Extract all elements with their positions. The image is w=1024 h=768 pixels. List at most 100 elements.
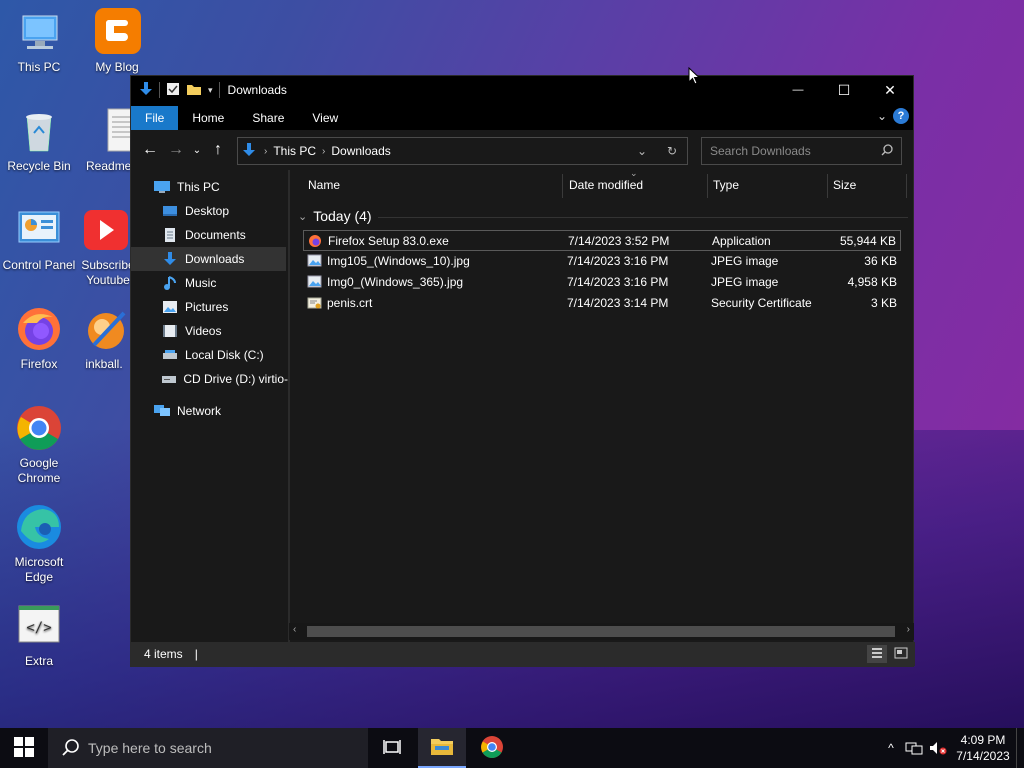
firefox-installer-icon bbox=[308, 234, 323, 248]
properties-icon[interactable] bbox=[166, 82, 180, 99]
network-status-icon[interactable] bbox=[902, 741, 926, 755]
recycle-bin-icon bbox=[15, 107, 63, 155]
nav-item-network[interactable]: Network bbox=[153, 399, 283, 423]
chrome-icon bbox=[480, 735, 504, 762]
tab-home[interactable]: Home bbox=[178, 106, 238, 130]
title-bar[interactable]: ▾ Downloads — ☐ ✕ bbox=[131, 76, 913, 104]
search-box[interactable]: Search Downloads bbox=[701, 137, 902, 165]
file-size: 4,958 KB bbox=[847, 275, 897, 289]
desktop-icon-inkball[interactable]: inkball. bbox=[78, 305, 130, 372]
desktop-icon-readme[interactable]: Readme bbox=[78, 107, 134, 174]
desktop-icon-label: Readme bbox=[86, 159, 132, 173]
taskbar-search-input[interactable]: Type here to search bbox=[88, 740, 212, 756]
taskbar-chrome[interactable] bbox=[468, 728, 516, 768]
scroll-right-icon[interactable]: › bbox=[907, 624, 910, 635]
breadcrumb-chevron-icon[interactable]: › bbox=[264, 146, 267, 157]
recent-locations-button[interactable]: ⌄ bbox=[189, 137, 205, 163]
nav-item-videos[interactable]: Videos bbox=[161, 319, 283, 343]
tab-share[interactable]: Share bbox=[238, 106, 298, 130]
mouse-cursor-icon bbox=[688, 66, 701, 88]
nav-item-desktop[interactable]: Desktop bbox=[161, 199, 283, 223]
table-row[interactable]: Img105_(Windows_10).jpg 7/14/2023 3:16 P… bbox=[303, 251, 901, 272]
file-date: 7/14/2023 3:16 PM bbox=[567, 254, 669, 268]
start-button[interactable] bbox=[0, 728, 48, 768]
desktop-icon-label: Control Panel bbox=[2, 258, 76, 272]
show-desktop-button[interactable] bbox=[1016, 728, 1024, 768]
desktop-icon-label: My Blog bbox=[95, 60, 139, 74]
taskbar-file-explorer[interactable] bbox=[418, 728, 466, 768]
quick-access-toolbar: ▾ bbox=[131, 81, 220, 100]
view-switcher bbox=[867, 645, 911, 663]
nav-item-documents[interactable]: Documents bbox=[161, 223, 283, 247]
show-hidden-icons-icon[interactable]: ^ bbox=[880, 741, 902, 755]
breadcrumb-downloads[interactable]: Downloads bbox=[331, 144, 390, 158]
details-view-button[interactable] bbox=[867, 645, 887, 663]
desktop-icon-this-pc[interactable]: This PC bbox=[0, 8, 78, 75]
item-count: 4 items bbox=[144, 647, 183, 661]
chevron-down-icon: ⌄ bbox=[192, 144, 202, 156]
desktop-icon-google-chrome[interactable]: Google Chrome bbox=[0, 404, 78, 486]
refresh-icon[interactable]: ↻ bbox=[657, 144, 687, 158]
code-file-icon: </> bbox=[15, 602, 63, 650]
desktop-icon-my-blog[interactable]: My Blog bbox=[78, 8, 156, 75]
nav-item-music[interactable]: Music bbox=[161, 271, 283, 295]
scroll-left-icon[interactable]: ‹ bbox=[293, 624, 296, 635]
table-row[interactable]: Firefox Setup 83.0.exe 7/14/2023 3:52 PM… bbox=[303, 230, 901, 251]
nav-item-downloads[interactable]: Downloads bbox=[131, 247, 286, 271]
scrollbar-thumb[interactable] bbox=[307, 626, 895, 637]
tab-view[interactable]: View bbox=[298, 106, 352, 130]
table-row[interactable]: penis.crt 7/14/2023 3:14 PM Security Cer… bbox=[303, 293, 901, 314]
search-icon[interactable] bbox=[881, 144, 893, 159]
search-input[interactable]: Search Downloads bbox=[710, 144, 811, 158]
expand-ribbon-icon[interactable]: ⌄ bbox=[877, 109, 887, 123]
inkball-icon bbox=[80, 305, 128, 353]
desktop-icon-label: This PC bbox=[17, 60, 61, 74]
taskbar-search-box[interactable]: Type here to search bbox=[48, 728, 368, 768]
up-button[interactable]: ↑ bbox=[205, 137, 231, 163]
forward-button[interactable]: → bbox=[163, 137, 189, 163]
nav-item-pictures[interactable]: Pictures bbox=[161, 295, 283, 319]
nav-item-this-pc[interactable]: This PC bbox=[153, 175, 283, 199]
windows-logo-icon bbox=[14, 736, 34, 760]
file-date: 7/14/2023 3:52 PM bbox=[568, 234, 670, 248]
nav-item-cd-drive[interactable]: CD Drive (D:) virtio- bbox=[161, 367, 288, 391]
close-button[interactable]: ✕ bbox=[867, 76, 913, 104]
address-bar[interactable]: › This PC › Downloads ⌄ ↻ bbox=[237, 137, 688, 165]
taskbar-clock[interactable]: 4:09 PM 7/14/2023 bbox=[950, 732, 1016, 764]
volume-muted-icon[interactable] bbox=[926, 741, 950, 755]
help-icon[interactable]: ? bbox=[893, 108, 909, 124]
desktop-icon-recycle-bin[interactable]: Recycle Bin bbox=[0, 107, 78, 174]
new-folder-icon[interactable] bbox=[186, 82, 202, 99]
horizontal-scrollbar[interactable]: ‹ › bbox=[289, 623, 914, 640]
breadcrumb-chevron-icon[interactable]: › bbox=[322, 146, 325, 157]
minimize-button[interactable]: — bbox=[775, 76, 821, 104]
breadcrumb-this-pc[interactable]: This PC bbox=[273, 144, 316, 158]
network-icon bbox=[153, 403, 171, 419]
maximize-icon: ☐ bbox=[837, 81, 851, 98]
desktop-icon-firefox[interactable]: Firefox bbox=[0, 305, 78, 372]
svg-text:</>: </> bbox=[26, 620, 51, 636]
file-date: 7/14/2023 3:16 PM bbox=[567, 275, 669, 289]
nav-item-label: Pictures bbox=[185, 300, 229, 314]
address-dropdown-icon[interactable]: ⌄ bbox=[627, 144, 657, 158]
table-row[interactable]: Img0_(Windows_365).jpg 7/14/2023 3:16 PM… bbox=[303, 272, 901, 293]
desktop-icon-label: Subscribe Youtube bbox=[81, 258, 130, 287]
maximize-button[interactable]: ☐ bbox=[821, 76, 867, 104]
nav-item-local-disk[interactable]: Local Disk (C:) bbox=[161, 343, 283, 367]
music-icon bbox=[161, 275, 179, 291]
desktop-icon-extra[interactable]: </> Extra bbox=[0, 602, 78, 669]
desktop-icon-control-panel[interactable]: Control Panel bbox=[0, 206, 78, 273]
navigation-pane: This PC Desktop Documents Downloads Musi… bbox=[131, 170, 290, 642]
desktop-icon-label: inkball. bbox=[85, 357, 123, 371]
task-view-button[interactable] bbox=[368, 728, 416, 768]
tab-file[interactable]: File bbox=[131, 106, 179, 130]
file-explorer-icon bbox=[430, 736, 454, 759]
back-button[interactable]: ← bbox=[137, 137, 163, 163]
large-icons-view-button[interactable] bbox=[891, 645, 911, 663]
customize-toolbar-icon[interactable]: ▾ bbox=[208, 85, 213, 96]
documents-icon bbox=[161, 227, 179, 243]
desktop-icon-subscribe-youtube[interactable]: Subscribe Youtube bbox=[78, 206, 130, 288]
this-pc-icon bbox=[15, 8, 63, 56]
file-size: 55,944 KB bbox=[839, 234, 896, 248]
desktop-icon-microsoft-edge[interactable]: Microsoft Edge bbox=[0, 503, 78, 585]
